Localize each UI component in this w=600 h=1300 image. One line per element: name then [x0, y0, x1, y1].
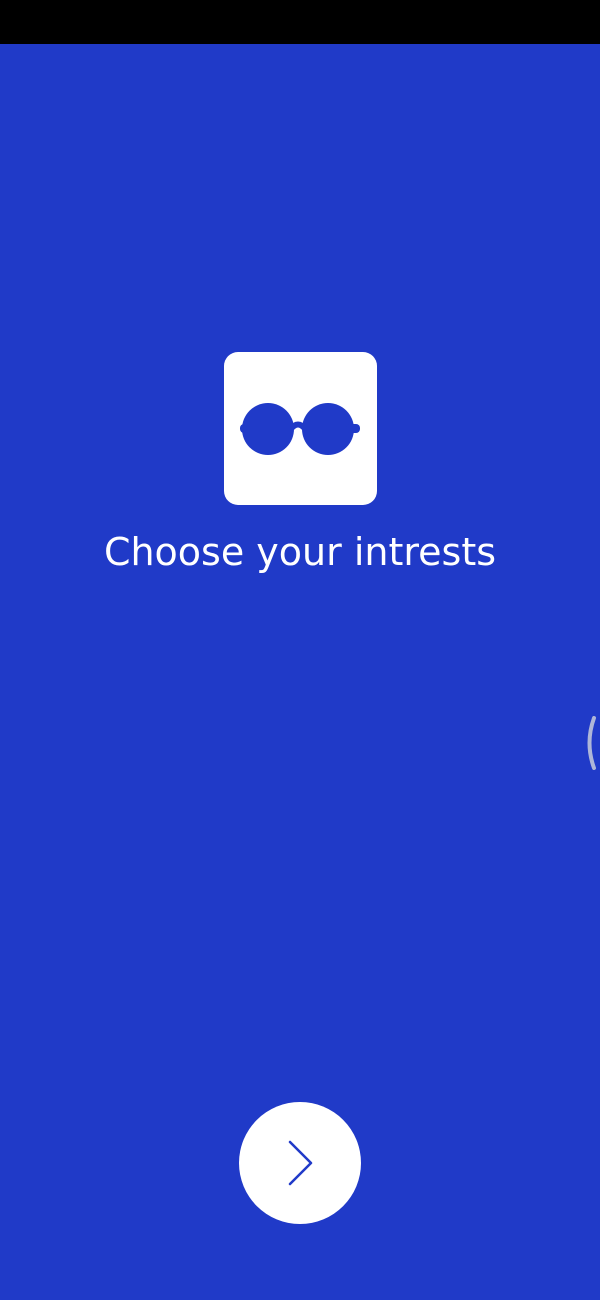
page-title: Choose your intrests	[103, 530, 497, 574]
app-logo-tile	[224, 352, 377, 505]
edge-panel-handle[interactable]	[583, 716, 597, 770]
glasses-icon	[240, 403, 360, 455]
next-button[interactable]	[239, 1102, 361, 1224]
onboarding-screen: Choose your intrests	[0, 0, 600, 1300]
status-bar	[0, 0, 600, 44]
chevron-right-icon	[288, 1140, 313, 1186]
